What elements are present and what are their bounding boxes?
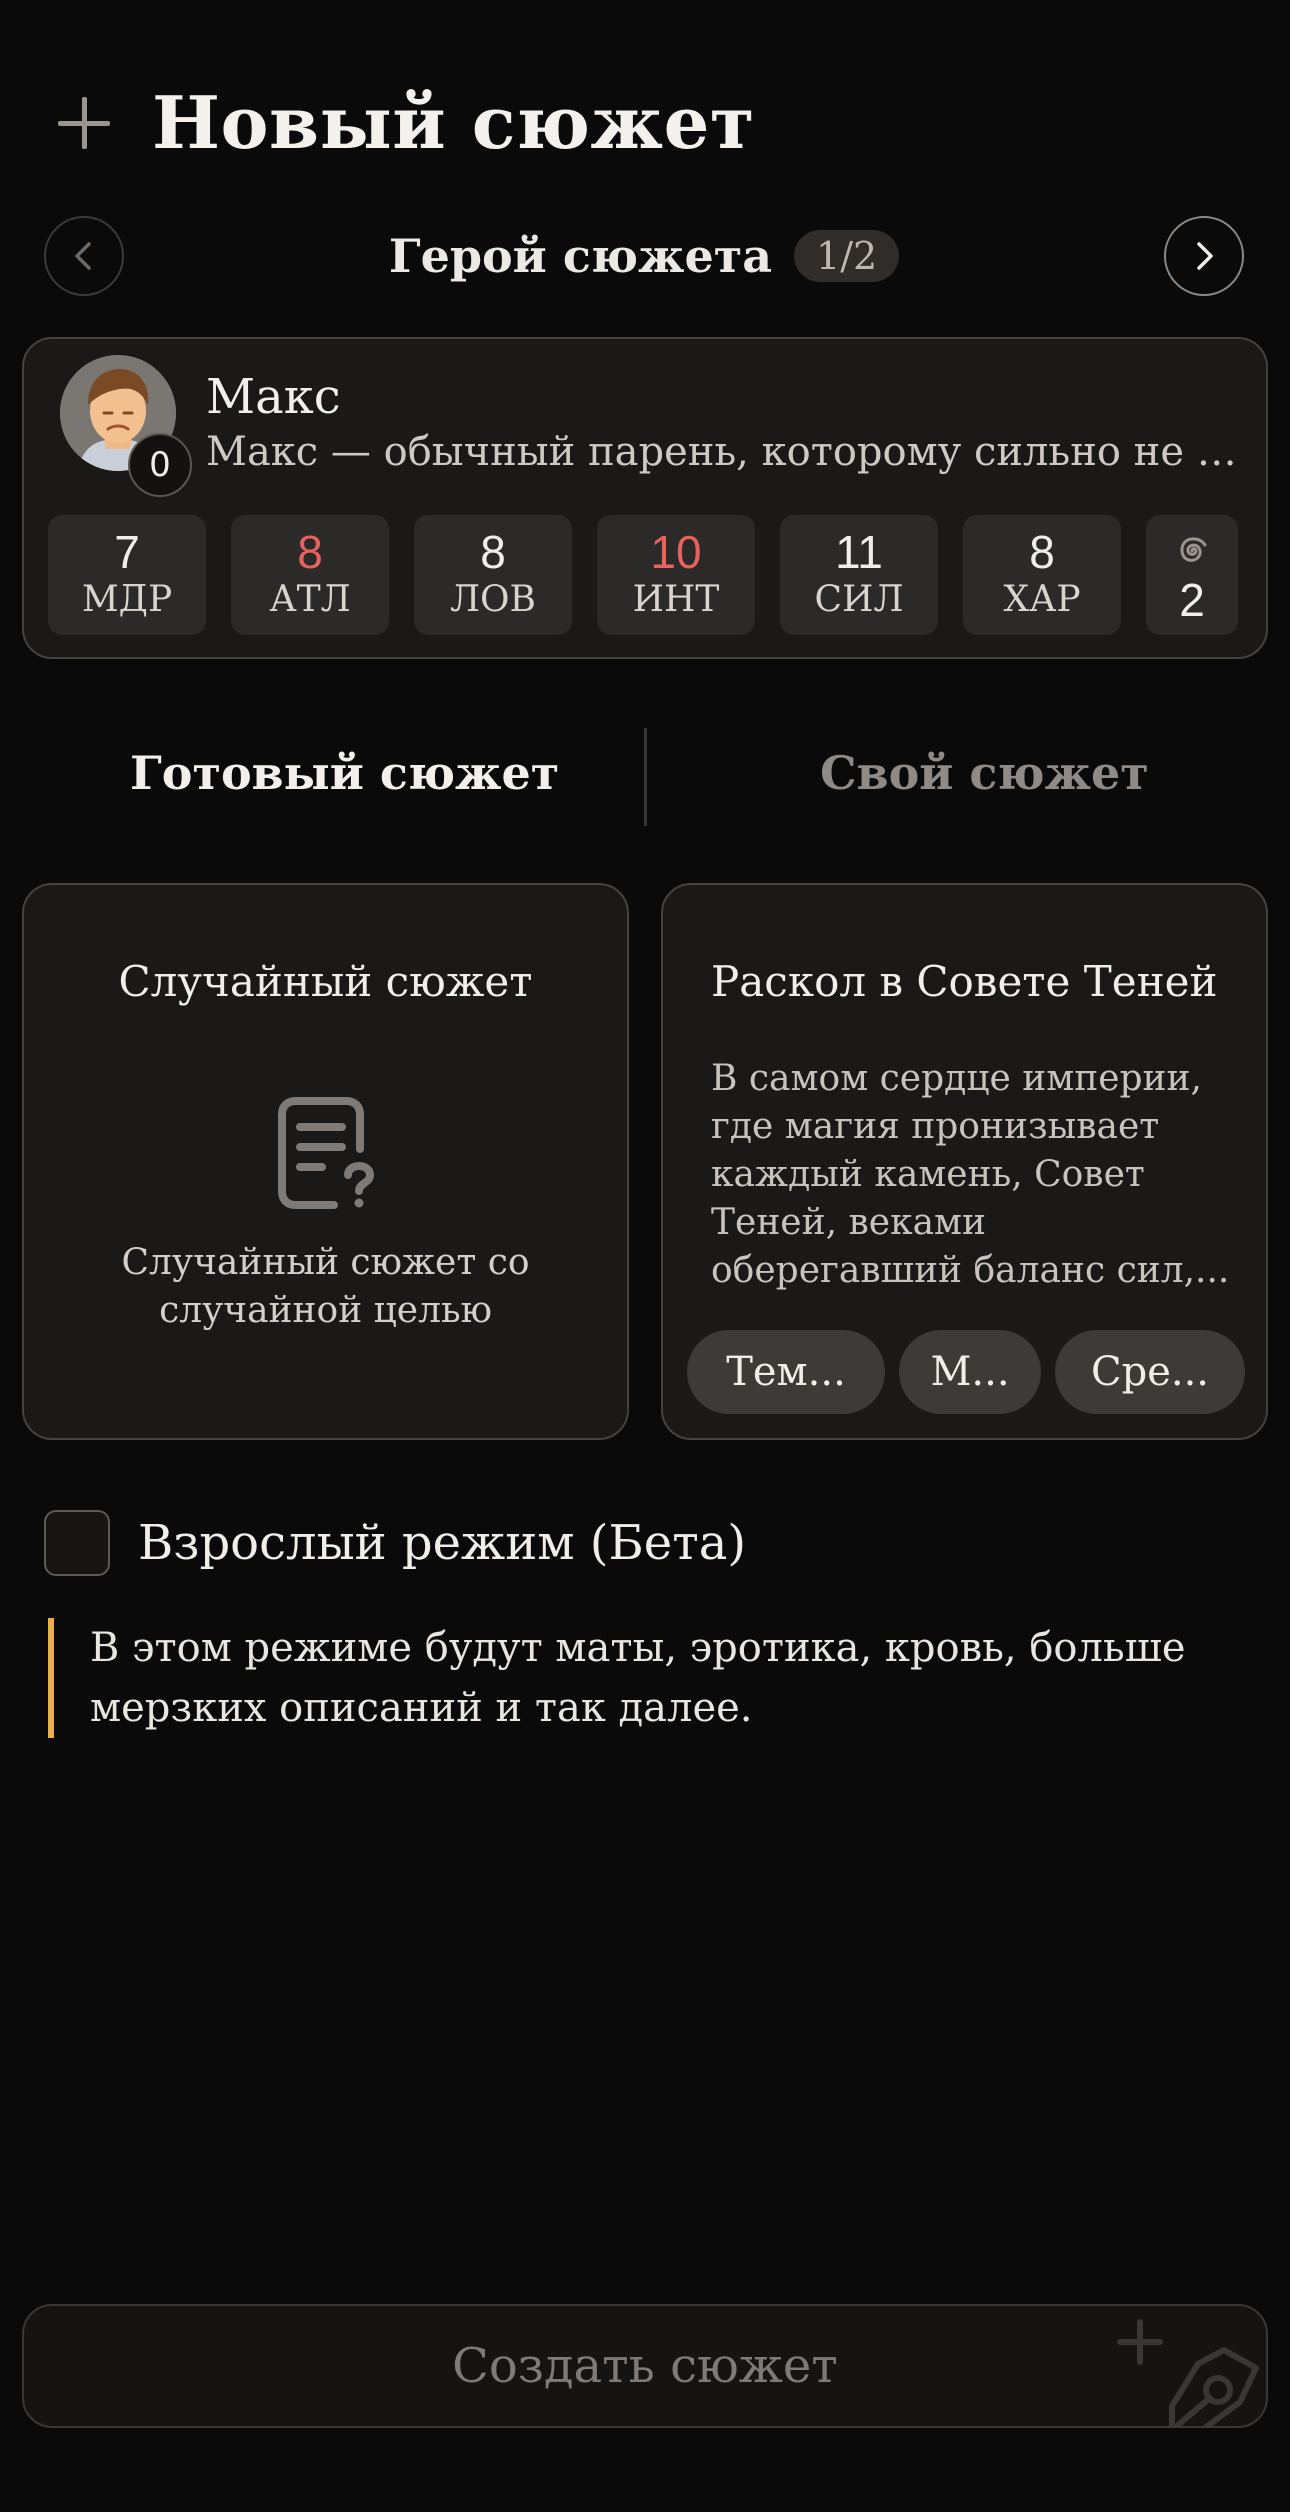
adult-mode-checkbox[interactable] [44, 1510, 110, 1576]
stat-value: 8 [480, 526, 506, 578]
stat-value: 2 [1179, 574, 1205, 626]
random-story-card[interactable]: Случайный сюжет Случайный сюжет со случа… [22, 883, 629, 1440]
stat-sil: 11 СИЛ [780, 515, 938, 635]
hero-stats: 7 МДР 8 АТЛ 8 ЛОВ 10 ИНТ 11 СИЛ 8 ХАР 2 [48, 515, 1258, 635]
adult-mode-note: В этом режиме будут маты, эротика, кровь… [48, 1618, 1248, 1738]
stat-value: 8 [1029, 526, 1055, 578]
hero-counter-badge: 1/2 [794, 230, 900, 282]
story-tag[interactable]: Сре... [1055, 1330, 1245, 1414]
stat-atl: 8 АТЛ [231, 515, 389, 635]
plus-icon[interactable] [56, 95, 112, 151]
spiral-icon [1180, 537, 1207, 562]
page-header: Новый сюжет [56, 80, 755, 165]
adult-mode-row[interactable]: Взрослый режим (Бета) [44, 1510, 746, 1576]
stat-value: 8 [297, 526, 323, 578]
story-card[interactable]: Раскол в Совете Теней В самом сердце имп… [661, 883, 1268, 1440]
hero-level-badge: 0 [128, 433, 192, 497]
hero-description: Макс — обычный парень, которому сильно н… [206, 429, 1246, 475]
page-title: Новый сюжет [152, 80, 756, 165]
next-hero-button[interactable] [1164, 216, 1244, 296]
create-story-label: Создать сюжет [452, 2338, 838, 2394]
create-story-button[interactable]: Создать сюжет [22, 2304, 1268, 2428]
stat-label: ИНТ [632, 579, 720, 620]
stat-lov: 8 ЛОВ [414, 515, 572, 635]
tab-custom-story[interactable]: Свой сюжет [820, 746, 1149, 800]
hero-navigator: Герой сюжета 1/2 [44, 216, 1244, 296]
hero-card[interactable]: 0 Макс Макс — обычный парень, которому с… [22, 337, 1268, 659]
story-description: В самом сердце империи, где магия прониз… [711, 1058, 1230, 1291]
stat-har: 8 ХАР [963, 515, 1121, 635]
random-story-description: Случайный сюжет со случайной целью [121, 1242, 530, 1331]
stat-label: СИЛ [814, 579, 904, 620]
story-tag[interactable]: М... [899, 1330, 1041, 1414]
stat-value: 7 [114, 526, 140, 578]
tab-divider [644, 728, 647, 826]
random-story-title: Случайный сюжет [118, 957, 533, 1006]
stat-extra: 2 [1146, 515, 1238, 635]
stat-mdr: 7 МДР [48, 515, 206, 635]
stat-value: 10 [650, 526, 702, 578]
story-tag[interactable]: Тем... [687, 1330, 885, 1414]
hero-nav-center: Герой сюжета 1/2 [44, 216, 1244, 296]
stat-label: МДР [81, 579, 173, 620]
stat-label: АТЛ [269, 579, 351, 620]
chevron-right-icon [1197, 242, 1213, 270]
quill-plus-icon [1117, 2319, 1259, 2426]
story-type-tabs: Готовый сюжет Свой сюжет [0, 728, 1290, 828]
stat-value: 11 [835, 526, 883, 578]
question-document-icon [278, 1097, 375, 1209]
story-title: Раскол в Совете Теней [711, 957, 1218, 1006]
stat-label: ХАР [1003, 579, 1081, 620]
hero-section-title: Герой сюжета [388, 229, 773, 283]
tab-ready-story[interactable]: Готовый сюжет [130, 746, 559, 800]
stat-int: 10 ИНТ [597, 515, 755, 635]
adult-mode-label[interactable]: Взрослый режим (Бета) [138, 1515, 746, 1571]
stat-label: ЛОВ [449, 579, 536, 620]
hero-name: Макс [206, 369, 341, 425]
